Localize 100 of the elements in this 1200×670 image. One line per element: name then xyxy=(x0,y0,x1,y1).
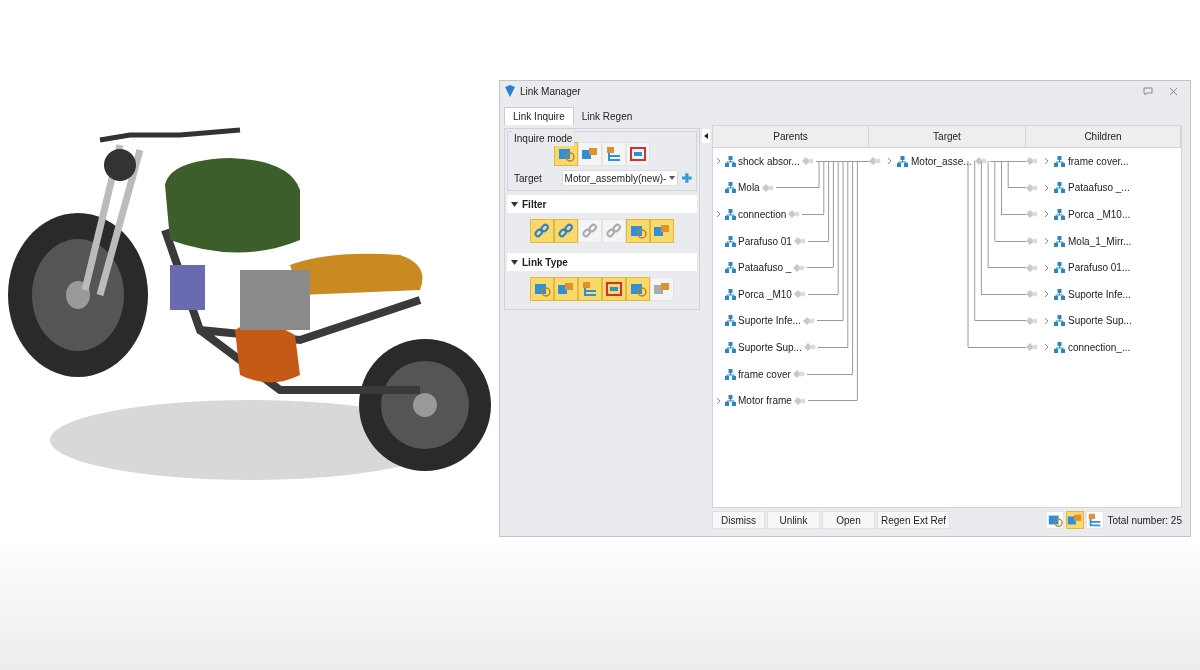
link-icon xyxy=(1026,316,1038,325)
action-button[interactable]: Regen Ext Ref xyxy=(877,511,951,529)
tree-icon xyxy=(581,280,599,298)
link-type-toggle[interactable] xyxy=(530,277,554,301)
connector-line xyxy=(1008,187,1026,189)
chevron-right-icon[interactable] xyxy=(1043,343,1049,352)
frame-icon xyxy=(629,145,647,163)
link-type-toggle[interactable] xyxy=(626,277,650,301)
chain-toggle[interactable] xyxy=(530,219,554,243)
section-header[interactable]: Filter xyxy=(507,195,697,213)
tree-item[interactable]: Porca _M10 xyxy=(738,286,792,302)
connector-line xyxy=(987,267,1026,269)
collapse-triangle-icon xyxy=(511,259,518,265)
tree-item[interactable]: Suporte Infe... xyxy=(1068,286,1131,302)
tree-item[interactable]: Parafuso 01 xyxy=(738,233,792,249)
tree-item[interactable]: Mola_1_Mirr... xyxy=(1068,233,1132,249)
tree-item[interactable]: frame cover... xyxy=(1068,153,1129,169)
assembly-icon xyxy=(1054,288,1065,300)
link-type-toggle[interactable] xyxy=(578,277,602,301)
connector-line xyxy=(807,400,858,402)
connector-line xyxy=(974,320,1026,322)
assembly-icon xyxy=(725,315,736,327)
link-icon xyxy=(802,316,815,325)
tree-item[interactable]: Suporte Infe... xyxy=(738,313,801,329)
link-icon xyxy=(1026,210,1038,219)
chevron-right-icon[interactable] xyxy=(1043,183,1049,192)
chevron-right-icon[interactable] xyxy=(886,157,892,166)
action-button[interactable]: Unlink xyxy=(767,511,820,529)
tree-item[interactable]: connection xyxy=(738,207,787,222)
connector-line xyxy=(802,214,824,215)
link-icon xyxy=(793,396,806,405)
assembly-icon xyxy=(1054,182,1065,194)
target-dropdown[interactable]: Motor_assembly(new)- xyxy=(561,170,679,186)
chain-icon xyxy=(533,222,551,240)
link-icon xyxy=(793,237,806,246)
assembly-icon xyxy=(725,155,736,167)
column-header[interactable]: Target xyxy=(869,126,1026,148)
column-header[interactable]: Children xyxy=(1026,126,1181,148)
assembly-icon xyxy=(1054,341,1065,353)
chevron-right-icon[interactable] xyxy=(1043,263,1049,272)
total-count: Total number: 25 xyxy=(1107,513,1182,528)
column-header[interactable]: Parents xyxy=(713,126,869,148)
assembly-icon xyxy=(725,395,736,407)
chevron-right-icon[interactable] xyxy=(1043,210,1049,219)
close-icon[interactable] xyxy=(1169,86,1178,96)
assembly-icon xyxy=(725,182,736,194)
link-icon xyxy=(788,210,801,219)
tree-item[interactable]: Suporte Sup... xyxy=(1068,313,1132,329)
plus-icon[interactable] xyxy=(682,172,692,184)
connector-line xyxy=(807,267,834,269)
tab[interactable]: Link Inquire xyxy=(504,107,574,125)
tree-item[interactable]: Suporte Sup... xyxy=(738,339,802,355)
chain-icon xyxy=(557,222,575,240)
chain-toggle[interactable] xyxy=(554,219,578,243)
connector-line xyxy=(815,160,869,162)
tree-item[interactable]: frame cover xyxy=(738,366,791,382)
connector-line xyxy=(807,240,829,242)
triangle-left-icon xyxy=(704,133,708,139)
view-toggle[interactable] xyxy=(1065,511,1084,529)
tree-item[interactable]: Motor frame xyxy=(738,393,792,409)
tab[interactable]: Link Regen xyxy=(573,107,641,125)
tree-item[interactable]: Pataafuso _ xyxy=(738,260,792,276)
tree-item[interactable]: Parafuso 01... xyxy=(1068,260,1131,276)
section-header[interactable]: Link Type xyxy=(507,253,697,271)
link-icon xyxy=(974,157,987,166)
chevron-right-icon[interactable] xyxy=(715,157,721,166)
assembly-icon xyxy=(1054,315,1065,327)
tree-item[interactable]: Pataafuso _... xyxy=(1068,180,1130,196)
assembly-icon xyxy=(1054,235,1065,247)
link-icon xyxy=(793,263,806,272)
chevron-right-icon[interactable] xyxy=(715,210,721,219)
tree-item[interactable]: connection_... xyxy=(1068,339,1131,355)
link-icon xyxy=(793,290,806,299)
link-type-toggle[interactable] xyxy=(554,277,578,301)
action-button[interactable]: Dismiss xyxy=(712,511,765,529)
tree-icon xyxy=(605,145,623,163)
tree-item[interactable]: Motor_asse... xyxy=(911,153,972,169)
tree-item[interactable]: Mola xyxy=(738,180,760,196)
connector-line xyxy=(1001,214,1026,215)
chevron-right-icon[interactable] xyxy=(1043,157,1049,166)
chain-toggle[interactable] xyxy=(650,219,674,243)
link-type-toggle[interactable] xyxy=(602,277,626,301)
chevron-right-icon[interactable] xyxy=(1043,290,1049,299)
collapse-panel-button[interactable] xyxy=(702,129,710,143)
chain-toggle[interactable] xyxy=(626,219,650,243)
link-icon xyxy=(1026,183,1038,192)
chevron-right-icon[interactable] xyxy=(1043,316,1049,325)
chain-icon xyxy=(605,222,623,240)
target-label: Target xyxy=(513,171,543,186)
frame-icon xyxy=(605,280,623,298)
link-icon xyxy=(1026,237,1038,246)
tree-item[interactable]: Porca _M10... xyxy=(1068,207,1131,222)
collapse-triangle-icon xyxy=(511,201,518,207)
connector-line xyxy=(967,346,1026,348)
tree-item[interactable]: shock absor... xyxy=(738,153,800,169)
speech-bubble-icon[interactable] xyxy=(1143,86,1153,96)
action-button[interactable]: Open xyxy=(822,511,875,529)
assembly-icon xyxy=(725,235,736,247)
chevron-right-icon[interactable] xyxy=(1043,237,1049,246)
chevron-right-icon[interactable] xyxy=(715,396,721,405)
